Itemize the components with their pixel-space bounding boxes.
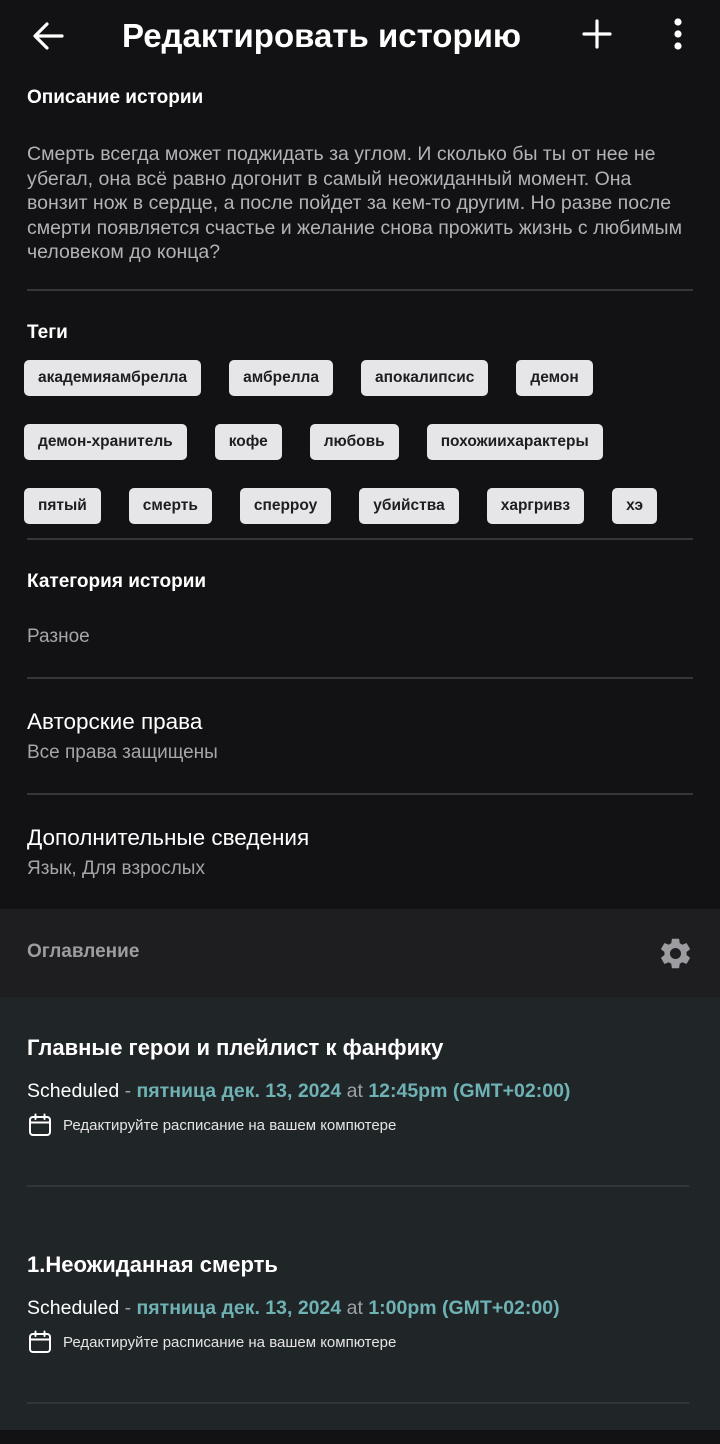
page-title: Редактировать историю xyxy=(122,17,522,54)
schedule-hint-text: Редактируйте расписание на вашем компюте… xyxy=(63,1333,397,1351)
tag-row: академияамбрелла амбрелла апокалипсис де… xyxy=(24,360,593,396)
toc-header: Оглавление xyxy=(0,909,720,997)
schedule-line: Scheduled - пятница дек. 13, 2024 at 1:0… xyxy=(27,1297,560,1320)
schedule-hint: Редактируйте расписание на вашем компюте… xyxy=(27,1329,396,1355)
plus-icon[interactable] xyxy=(580,17,614,51)
schedule-time: 12:45pm (GMT+02:00) xyxy=(368,1080,571,1102)
schedule-date: пятница дек. 13, 2024 xyxy=(136,1297,342,1319)
category-value[interactable]: Разное xyxy=(27,626,90,648)
part-title[interactable]: Главные герои и плейлист к фанфику xyxy=(27,1035,443,1061)
tag-row: демон-хранитель кофе любовь похожиихарак… xyxy=(24,424,603,460)
calendar-icon xyxy=(29,1330,51,1353)
tag-chip[interactable]: харгривз xyxy=(486,488,585,524)
extra-info-value: Язык, Для взрослых xyxy=(27,858,205,879)
tag-chip[interactable]: хэ xyxy=(612,488,658,524)
tag-chip[interactable]: апокалипсис xyxy=(361,360,489,396)
divider xyxy=(27,793,693,795)
tag-row: пятый смерть сперроу убийства харгривз х… xyxy=(24,488,658,524)
more-vertical-icon[interactable] xyxy=(666,16,690,52)
toc-label: Оглавление xyxy=(27,941,140,962)
extra-info-label[interactable]: Дополнительные сведения xyxy=(27,825,309,851)
schedule-at: at xyxy=(341,1297,369,1319)
divider xyxy=(27,538,693,540)
schedule-time: 1:00pm (GMT+02:00) xyxy=(368,1297,560,1319)
category-label: Категория истории xyxy=(27,571,207,592)
calendar-icon xyxy=(29,1113,51,1136)
divider xyxy=(27,1185,689,1187)
tag-chip[interactable]: смерть xyxy=(128,488,212,524)
divider xyxy=(27,1402,689,1404)
schedule-hint: Редактируйте расписание на вашем компюте… xyxy=(27,1112,396,1138)
tag-chip[interactable]: кофе xyxy=(214,424,282,460)
arrow-left-icon[interactable] xyxy=(30,18,66,54)
description-label: Описание истории xyxy=(27,87,204,108)
tag-chip[interactable]: любовь xyxy=(309,424,399,460)
schedule-date: пятница дек. 13, 2024 xyxy=(136,1080,342,1102)
tag-chip[interactable]: академияамбрелла xyxy=(24,360,202,396)
bottom-edge xyxy=(0,1430,720,1444)
divider xyxy=(27,289,693,291)
tags-label: Теги xyxy=(27,322,68,343)
schedule-status: Scheduled xyxy=(27,1297,120,1319)
tag-chip[interactable]: демон xyxy=(516,360,593,396)
schedule-status: Scheduled xyxy=(27,1080,120,1102)
schedule-line: Scheduled - пятница дек. 13, 2024 at 12:… xyxy=(27,1080,570,1103)
tag-chip[interactable]: демон-хранитель xyxy=(24,424,187,460)
tag-chip[interactable]: сперроу xyxy=(239,488,332,524)
part-title[interactable]: 1.Неожиданная смерть xyxy=(27,1252,278,1278)
top-app-bar: Редактировать историю xyxy=(0,0,720,72)
tag-chip[interactable]: пятый xyxy=(24,488,101,524)
gear-icon[interactable] xyxy=(657,935,694,972)
copyright-label[interactable]: Авторские права xyxy=(27,709,202,735)
parts-list: Главные герои и плейлист к фанфику Sched… xyxy=(0,997,720,1430)
divider xyxy=(27,677,693,679)
tag-chip[interactable]: убийства xyxy=(359,488,459,524)
schedule-hint-text: Редактируйте расписание на вашем компюте… xyxy=(63,1116,397,1134)
tag-chip[interactable]: амбрелла xyxy=(229,360,334,396)
description-text[interactable]: Смерть всегда может поджидать за углом. … xyxy=(27,142,697,265)
schedule-at: at xyxy=(341,1080,369,1102)
tag-chip[interactable]: похожиихарактеры xyxy=(426,424,603,460)
schedule-dash: - xyxy=(119,1297,137,1319)
copyright-value: Все права защищены xyxy=(27,742,218,763)
schedule-dash: - xyxy=(119,1080,137,1102)
